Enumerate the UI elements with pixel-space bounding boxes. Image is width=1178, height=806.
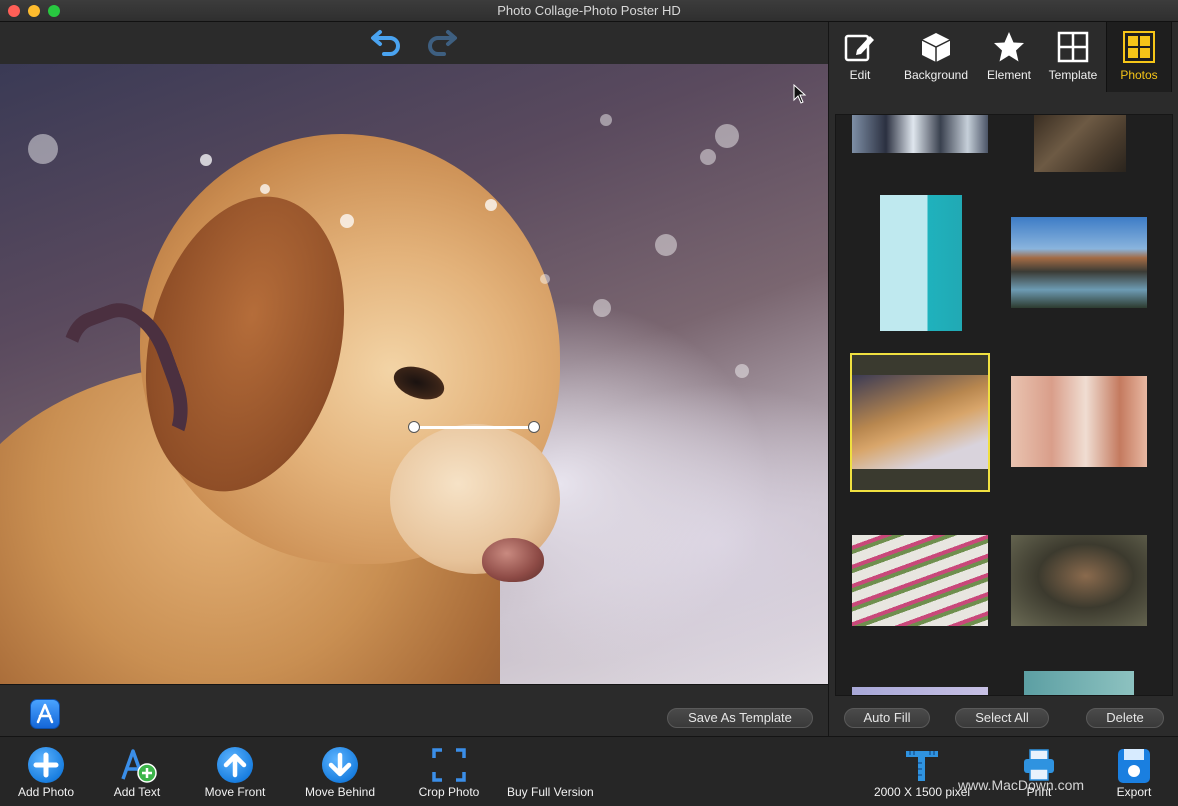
buy-full-version-link[interactable]: Buy Full Version xyxy=(507,785,594,799)
redo-icon[interactable] xyxy=(424,26,458,56)
export-icon xyxy=(1118,749,1150,783)
add-photo-label: Add Photo xyxy=(17,785,75,799)
select-all-button[interactable]: Select All xyxy=(955,708,1049,728)
snowflake xyxy=(260,184,270,194)
photo-thumb-teal[interactable] xyxy=(1024,671,1134,695)
window-zoom-button[interactable] xyxy=(48,5,60,17)
photo-thumb-penguins[interactable] xyxy=(852,115,988,153)
canvas-toolbar xyxy=(0,22,828,64)
save-as-template-button[interactable]: Save As Template xyxy=(667,708,813,728)
tab-edit-label: Edit xyxy=(849,68,871,82)
add-photo-button[interactable]: Add Photo xyxy=(12,737,80,806)
delete-button[interactable]: Delete xyxy=(1086,708,1164,728)
snowflake xyxy=(593,299,611,317)
app-store-icon xyxy=(36,703,54,724)
snowflake xyxy=(540,274,550,284)
crop-icon xyxy=(432,748,466,782)
tab-edit[interactable]: Edit xyxy=(835,22,885,92)
photo-thumb-dog-selected[interactable] xyxy=(850,353,990,492)
template-grid-icon xyxy=(1057,31,1089,63)
star-icon xyxy=(994,32,1024,62)
tab-background-label: Background xyxy=(903,68,969,82)
photo-grid xyxy=(835,114,1173,696)
move-behind-button[interactable]: Move Behind xyxy=(302,737,378,806)
mouse-cursor-icon xyxy=(793,84,807,104)
photo-thumb-flowers[interactable] xyxy=(852,535,988,626)
snowflake xyxy=(340,214,354,228)
canvas-footer: Save As Template xyxy=(0,684,828,736)
cube-icon xyxy=(921,33,951,62)
auto-fill-button[interactable]: Auto Fill xyxy=(844,708,930,728)
crop-photo-button[interactable]: Crop Photo xyxy=(414,737,484,806)
photo-thumb-castle[interactable] xyxy=(1034,115,1126,172)
ruler-icon xyxy=(906,751,938,781)
move-front-label: Move Front xyxy=(204,785,266,799)
right-panel: Edit Background Element Template Photos … xyxy=(828,22,1178,736)
move-front-button[interactable]: Move Front xyxy=(200,737,270,806)
export-label: Export xyxy=(1116,785,1152,799)
photo-thumb-dog-image xyxy=(852,375,988,469)
bottom-toolbar: Add Photo Add Text Move Front Move Behin… xyxy=(0,736,1178,806)
tab-template[interactable]: Template xyxy=(1043,22,1103,92)
add-text-label: Add Text xyxy=(113,785,161,799)
photo-thumb-lavender[interactable] xyxy=(852,687,988,695)
export-button[interactable]: Export xyxy=(1108,737,1160,806)
crop-photo-label: Crop Photo xyxy=(418,785,480,799)
photo-thumb-building[interactable] xyxy=(1011,376,1147,467)
move-behind-label: Move Behind xyxy=(304,785,376,799)
panel-tabs: Edit Background Element Template Photos xyxy=(829,22,1178,92)
move-front-icon xyxy=(217,747,253,783)
window-title: Photo Collage-Photo Poster HD xyxy=(497,3,681,18)
snowflake xyxy=(485,199,497,211)
tab-photos[interactable]: Photos xyxy=(1106,22,1172,92)
edit-icon xyxy=(844,34,874,62)
title-bar: Photo Collage-Photo Poster HD xyxy=(0,0,1178,22)
move-behind-icon xyxy=(322,747,358,783)
collage-canvas[interactable] xyxy=(0,64,828,684)
watermark-text: www.MacDown.com xyxy=(958,777,1085,793)
snowflake xyxy=(700,149,716,165)
snowflake xyxy=(600,114,612,126)
resize-handle-right[interactable] xyxy=(528,421,540,433)
snowflake xyxy=(715,124,739,148)
window-minimize-button[interactable] xyxy=(28,5,40,17)
undo-icon[interactable] xyxy=(370,26,404,56)
print-button[interactable]: Print xyxy=(1014,737,1064,806)
add-text-button[interactable]: Add Text xyxy=(108,737,166,806)
snowflake xyxy=(200,154,212,166)
tab-background[interactable]: Background xyxy=(897,22,975,92)
window-close-button[interactable] xyxy=(8,5,20,17)
resize-handle-left[interactable] xyxy=(408,421,420,433)
snowflake xyxy=(735,364,749,378)
photo-thumb-mountains[interactable] xyxy=(1011,217,1147,308)
tab-photos-label: Photos xyxy=(1120,68,1158,82)
photo-thumb-pool[interactable] xyxy=(880,195,962,331)
photo-thumb-woman-hat[interactable] xyxy=(1011,535,1147,626)
snowflake xyxy=(28,134,58,164)
photo-dog-nose xyxy=(482,538,544,582)
tab-element-label: Element xyxy=(986,68,1032,82)
add-photo-icon xyxy=(28,747,64,783)
tab-element[interactable]: Element xyxy=(981,22,1037,92)
tab-template-label: Template xyxy=(1048,68,1098,82)
rotate-handle-line[interactable] xyxy=(414,426,534,429)
app-store-button[interactable] xyxy=(30,699,60,729)
snowflake xyxy=(655,234,677,256)
canvas-size-button[interactable]: 2000 X 1500 pixel xyxy=(870,737,974,806)
add-text-icon xyxy=(121,749,157,783)
photos-grid-icon xyxy=(1123,31,1155,63)
